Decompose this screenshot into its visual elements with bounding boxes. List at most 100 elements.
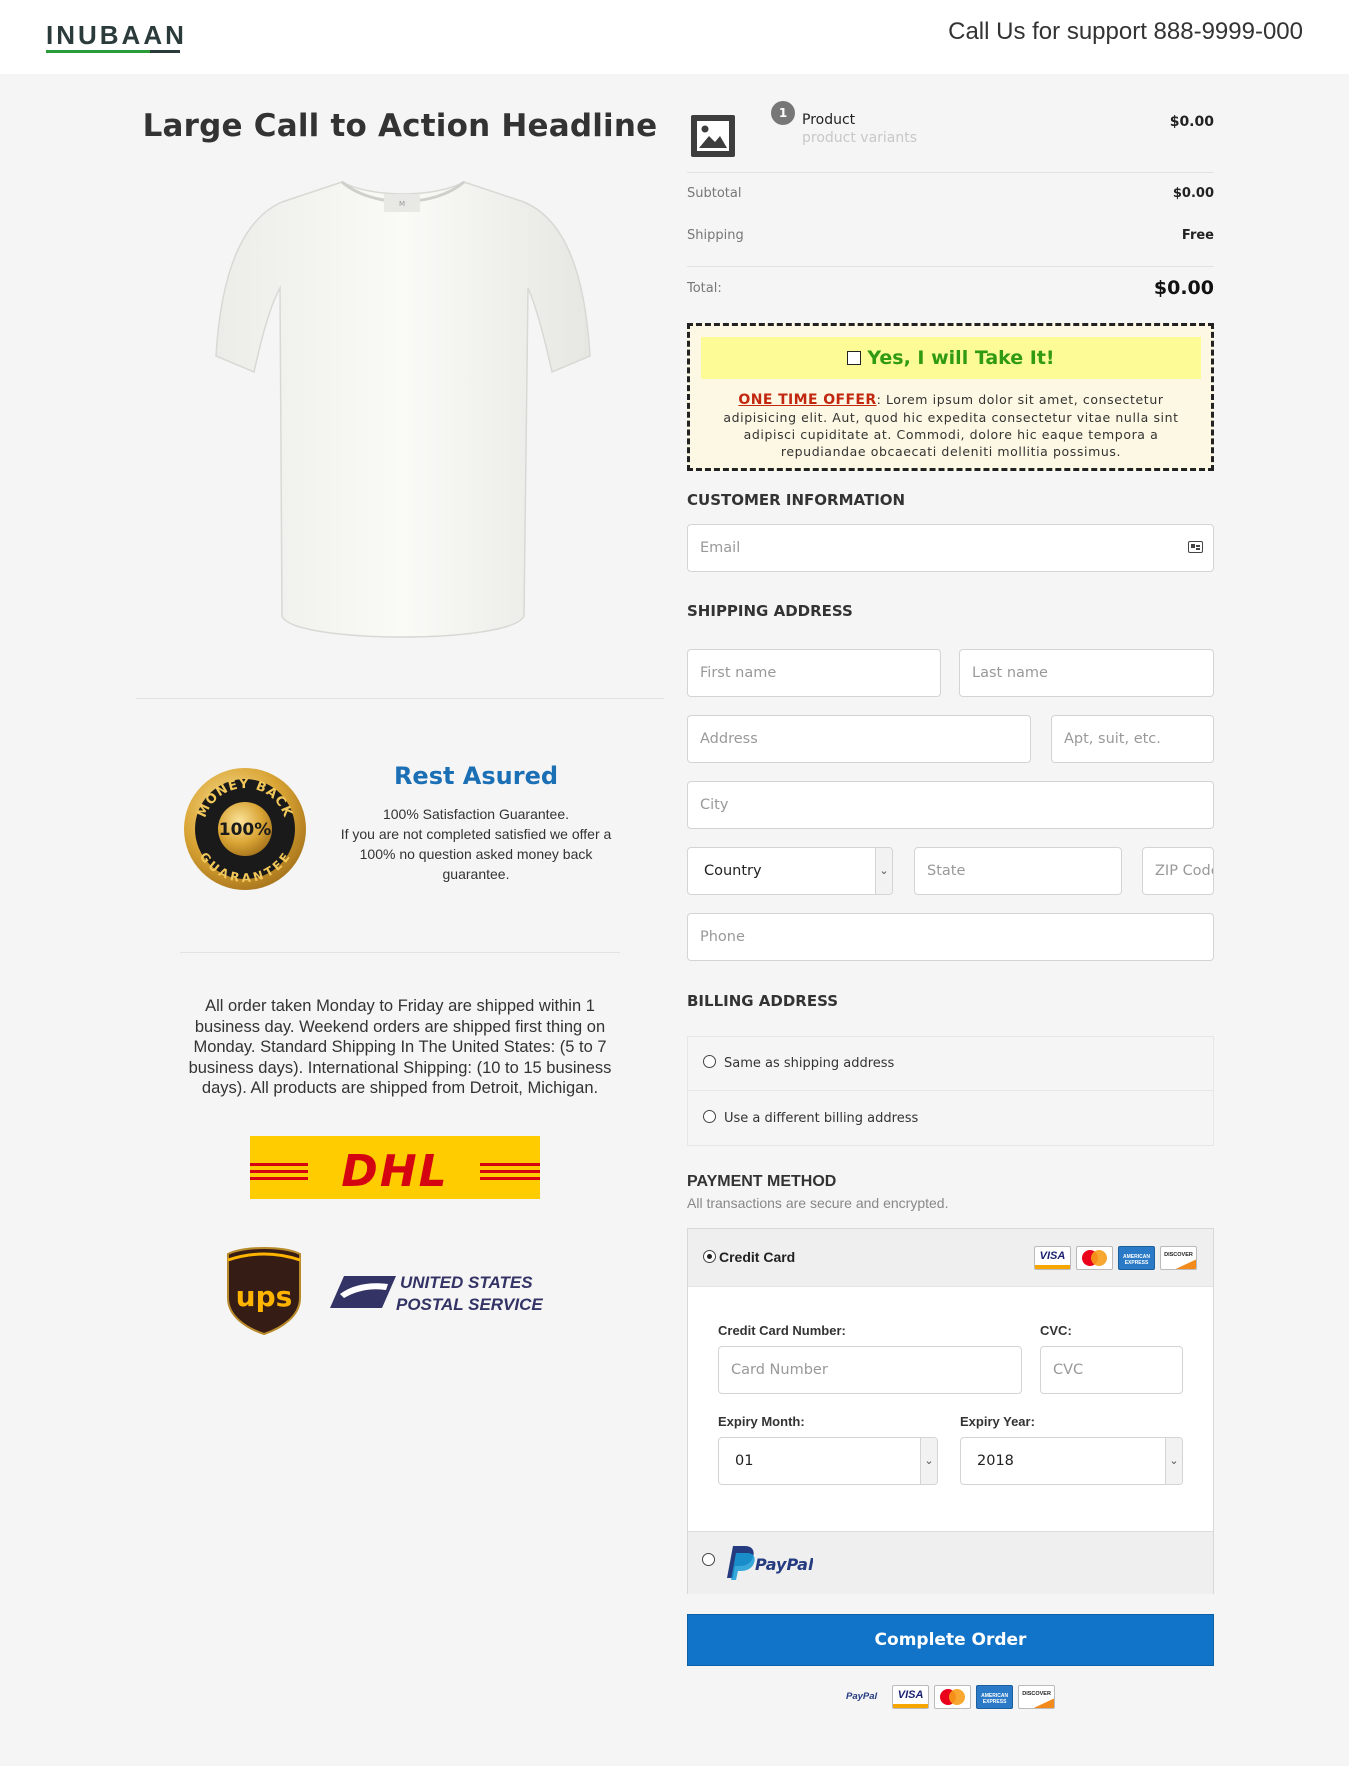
radio-icon[interactable] [702, 1553, 715, 1566]
logo[interactable]: INUBAAN [46, 18, 184, 56]
paypal-option[interactable]: PayPal [688, 1531, 1213, 1594]
visa-icon: VISA [1034, 1246, 1071, 1270]
shipping-info-line: All order taken Monday to Friday are shi… [205, 997, 595, 1015]
billing-same-option[interactable]: Same as shipping address [688, 1037, 1213, 1091]
paypal-text: PayPal [755, 1555, 813, 1574]
first-name-field[interactable]: First name [687, 649, 941, 697]
billing-address-title: BILLING ADDRESS [687, 992, 839, 1010]
billing-options: Same as shipping address Use a different… [687, 1036, 1214, 1146]
payment-method-subtitle: All transactions are secure and encrypte… [687, 1195, 949, 1211]
expiry-month-value: 01 [735, 1453, 754, 1469]
billing-different-option[interactable]: Use a different billing address [688, 1092, 1213, 1146]
guarantee-line: 100% no question asked money back [359, 846, 593, 862]
guarantee-line: guarantee. [442, 866, 510, 882]
visa-icon: VISA [892, 1685, 930, 1709]
credit-card-label[interactable]: Credit Card [703, 1249, 795, 1265]
shipping-info-line: Monday. Standard Shipping In The United … [193, 1038, 607, 1056]
contact-card-icon [1188, 541, 1203, 553]
subtotal-label: Subtotal [687, 186, 742, 201]
ups-text: ups [236, 1280, 293, 1313]
mastercard-icon [934, 1685, 972, 1709]
shipping-info: All order taken Monday to Friday are shi… [178, 996, 622, 1099]
checkbox-icon[interactable] [847, 351, 862, 365]
support-phone: Call Us for support 888-9999-000 [948, 18, 1303, 45]
expiry-month-select[interactable]: 01 ⌄ [718, 1437, 938, 1485]
payment-box: Credit Card VISA AMERICAN EXPRESS DISCOVER… [687, 1228, 1214, 1594]
mastercard-icon [1076, 1246, 1113, 1270]
total-label: Total: [687, 281, 722, 296]
credit-card-option[interactable]: Credit Card VISA AMERICAN EXPRESS DISCOVER [688, 1229, 1213, 1287]
divider [687, 172, 1214, 173]
offer-accept-label: Yes, I will Take It! [867, 347, 1055, 369]
svg-text:M: M [399, 200, 405, 208]
country-select-value: Country [704, 863, 762, 879]
shipping-info-line: business day. Weekend orders are shipped… [194, 1017, 606, 1036]
shipping-address-title: SHIPPING ADDRESS [687, 602, 853, 620]
one-time-offer-box: Yes, I will Take It! ONE TIME OFFER: Lor… [687, 323, 1214, 471]
quantity-badge: 1 [771, 101, 795, 125]
complete-order-button[interactable]: Complete Order [687, 1614, 1214, 1666]
money-back-seal-icon: MONEY BACK GUARANTEE 100% [184, 768, 306, 890]
expiry-month-label: Expiry Month: [718, 1414, 805, 1429]
image-placeholder-icon [691, 115, 735, 157]
subtotal-value: $0.00 [1172, 186, 1214, 201]
cvc-field[interactable]: CVC [1040, 1346, 1183, 1394]
offer-text-line: adipisicing elit. Aut, quod hic expedita… [723, 410, 1179, 425]
dhl-logo: DHL [250, 1136, 540, 1199]
country-select[interactable]: Country ⌄ [687, 847, 893, 895]
city-field[interactable]: City [687, 781, 1214, 829]
amex-icon: AMERICAN EXPRESS [1118, 1246, 1155, 1270]
accepted-payment-icons: PayPal VISA AMERICAN EXPRESS DISCOVER [846, 1685, 1056, 1709]
usps-text-line2: POSTAL SERVICE [396, 1295, 543, 1314]
dhl-text: DHL [341, 1146, 448, 1197]
credit-card-text: Credit Card [719, 1249, 796, 1265]
discover-icon: DISCOVER [1160, 1246, 1197, 1270]
card-number-field[interactable]: Card Number [718, 1346, 1022, 1394]
card-number-label: Credit Card Number: [718, 1323, 846, 1338]
billing-different-label: Use a different billing address [724, 1111, 919, 1126]
apt-field[interactable]: Apt, suit, etc. [1051, 715, 1214, 763]
radio-icon[interactable] [703, 1055, 716, 1068]
offer-text-line: : Lorem ipsum dolor sit amet, consectetu… [876, 392, 1164, 407]
logo-underline [90, 50, 150, 53]
offer-heading: ONE TIME OFFER [738, 392, 877, 408]
chevron-down-icon[interactable]: ⌄ [920, 1438, 937, 1484]
radio-icon[interactable] [703, 1250, 716, 1263]
customer-info-title: CUSTOMER INFORMATION [687, 491, 906, 509]
offer-text-line: repudiandae obcaecati deleniti mollitia … [780, 444, 1122, 459]
usps-text-line1: UNITED STATES [400, 1273, 533, 1292]
zip-field[interactable]: ZIP Code [1142, 847, 1214, 895]
usps-logo: UNITED STATES POSTAL SERVICE [330, 1273, 543, 1314]
state-field[interactable]: State [914, 847, 1122, 895]
shipping-info-line: days). All products are shipped from Det… [201, 1079, 599, 1097]
billing-same-label: Same as shipping address [724, 1056, 895, 1071]
cvc-label: CVC: [1040, 1323, 1072, 1338]
card-brand-icons: VISA AMERICAN EXPRESS DISCOVER [1029, 1246, 1197, 1270]
offer-accept-checkbox[interactable]: Yes, I will Take It! [701, 337, 1201, 379]
last-name-field[interactable]: Last name [959, 649, 1214, 697]
discover-icon: DISCOVER [1018, 1685, 1056, 1709]
amex-icon: AMERICAN EXPRESS [976, 1685, 1014, 1709]
address-field[interactable]: Address [687, 715, 1031, 763]
logo-underline [46, 50, 90, 53]
radio-icon[interactable] [703, 1110, 716, 1123]
chevron-down-icon[interactable]: ⌄ [1165, 1438, 1182, 1484]
expiry-year-label: Expiry Year: [960, 1414, 1035, 1429]
paypal-logo-icon: PayPal [727, 1546, 813, 1580]
shipping-info-line: business days). International Shipping: … [188, 1058, 612, 1077]
logo-text: INUBAAN [46, 20, 187, 50]
email-field[interactable]: Email [687, 524, 1214, 572]
expiry-year-select[interactable]: 2018 ⌄ [960, 1437, 1183, 1485]
divider [687, 266, 1214, 267]
product-name: Product [802, 112, 856, 128]
header: INUBAAN Call Us for support 888-9999-000 [0, 0, 1349, 74]
offer-text: ONE TIME OFFER: Lorem ipsum dolor sit am… [704, 391, 1198, 460]
offer-text-line: adipisci cupiditate at. Commodi, dolore … [743, 427, 1159, 442]
phone-field[interactable]: Phone [687, 913, 1214, 961]
total-value: $0.00 [1153, 277, 1214, 299]
payment-method-title: PAYMENT METHOD [687, 1173, 837, 1190]
shipping-label: Shipping [687, 228, 744, 243]
email-placeholder: Email [700, 540, 741, 556]
chevron-down-icon[interactable]: ⌄ [875, 848, 892, 894]
guarantee-line: 100% Satisfaction Guarantee. [382, 806, 569, 822]
